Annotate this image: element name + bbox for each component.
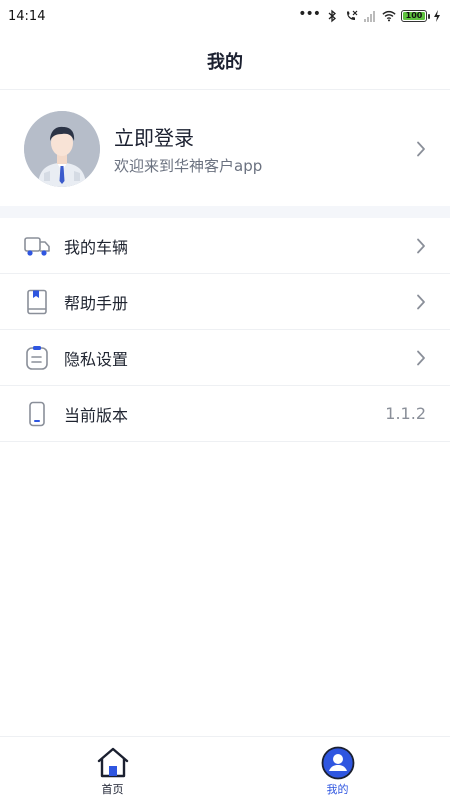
clipboard-icon: [24, 345, 50, 371]
tab-label: 我的: [326, 783, 349, 796]
home-icon: [97, 747, 128, 778]
bluetooth-icon: [328, 9, 336, 23]
menu-item-privacy-settings[interactable]: 隐私设置: [0, 330, 450, 386]
bottom-tab-bar: 首页 我的: [0, 736, 450, 800]
menu-item-label: 隐私设置: [64, 349, 129, 369]
phone-icon: [24, 401, 50, 427]
status-icons: ••• 100: [298, 6, 442, 23]
menu-list: 我的车辆 帮助手册 隐私设置 当前版本 1.1.2: [0, 218, 450, 442]
avatar[interactable]: [24, 111, 100, 187]
chevron-right-icon: [417, 141, 425, 157]
menu-item-label: 我的车辆: [64, 237, 129, 257]
profile-login-card[interactable]: 立即登录 欢迎来到华神客户app: [0, 92, 450, 206]
status-bar: 14:14 ••• 100: [0, 0, 450, 32]
section-divider: [0, 206, 450, 218]
no-signal-icon: [364, 11, 375, 22]
book-icon: [24, 289, 50, 315]
page-title: 我的: [207, 51, 243, 73]
menu-item-help-manual[interactable]: 帮助手册: [0, 274, 450, 330]
menu-item-label: 当前版本: [64, 405, 129, 425]
battery-icon: 100: [401, 10, 430, 22]
charging-icon: [434, 10, 440, 22]
chevron-right-icon: [417, 238, 425, 253]
tab-mine[interactable]: 我的: [225, 737, 450, 800]
status-dots: •••: [298, 6, 321, 22]
login-title[interactable]: 立即登录: [114, 122, 416, 151]
battery-level: 100: [405, 11, 423, 20]
chevron-right-icon: [417, 350, 425, 365]
user-icon: [321, 746, 354, 780]
menu-item-label: 帮助手册: [64, 293, 129, 313]
menu-item-my-vehicles[interactable]: 我的车辆: [0, 218, 450, 274]
tab-home[interactable]: 首页: [0, 737, 225, 800]
truck-icon: [24, 233, 50, 259]
status-time: 14:14: [8, 8, 46, 24]
wifi-icon: [382, 10, 396, 22]
nav-header: 我的: [0, 32, 450, 90]
tab-label: 首页: [101, 783, 124, 796]
no-call-icon: [347, 10, 358, 20]
welcome-text: 欢迎来到华神客户app: [114, 157, 263, 175]
version-value: 1.1.2: [385, 404, 426, 423]
menu-item-current-version[interactable]: 当前版本 1.1.2: [0, 386, 450, 442]
user-avatar-icon: [24, 111, 100, 187]
chevron-right-icon: [417, 294, 425, 309]
profile-text: 立即登录 欢迎来到华神客户app: [114, 122, 416, 176]
